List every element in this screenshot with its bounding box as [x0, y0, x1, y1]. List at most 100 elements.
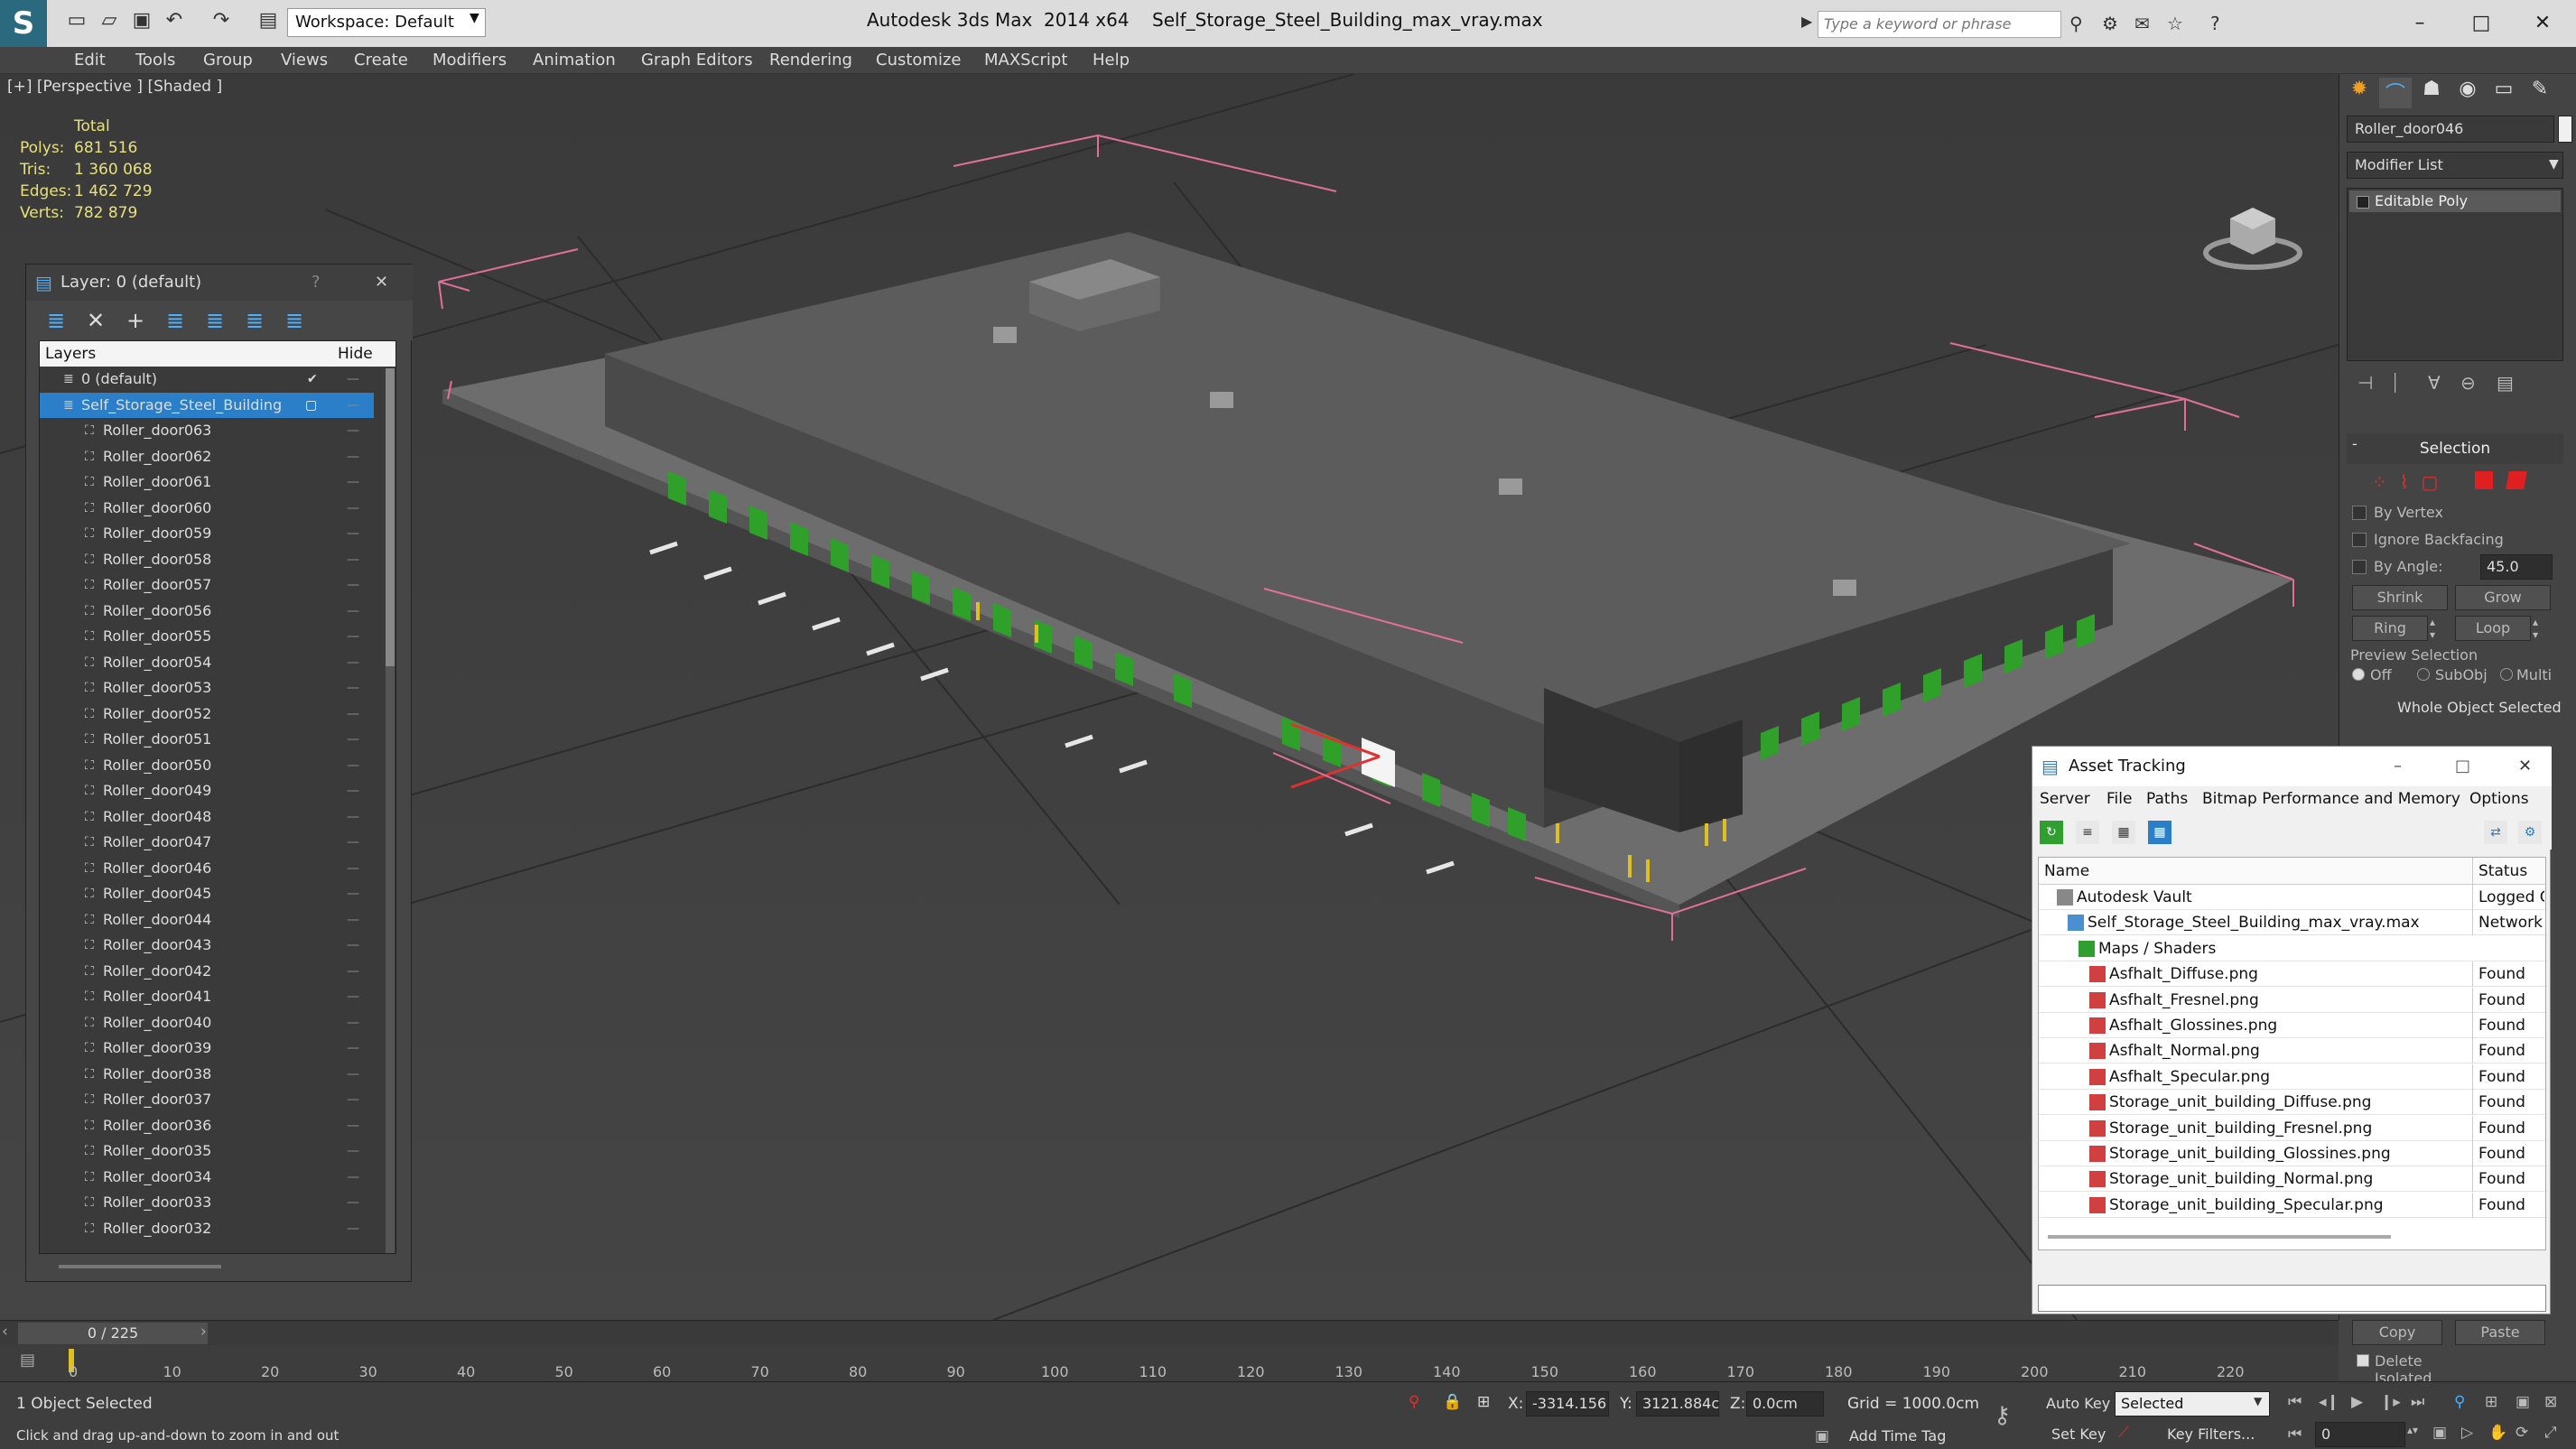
set-key-button[interactable]: Set Key: [2051, 1426, 2106, 1443]
element-level-icon[interactable]: [2506, 471, 2527, 489]
asset-row[interactable]: Asfhalt_Fresnel.png Found: [2039, 987, 2545, 1013]
pan-view-icon[interactable]: ✋: [2488, 1424, 2507, 1442]
menu-maxscript[interactable]: MAXScript: [984, 51, 1067, 70]
layer-row[interactable]: ⛶ Roller_door043 —: [40, 933, 374, 958]
app-logo-icon[interactable]: S: [0, 0, 47, 47]
hide-all-layers-icon[interactable]: ≣: [241, 308, 268, 333]
viewcube-icon[interactable]: [2203, 191, 2302, 273]
layer-row[interactable]: ⛶ Roller_door032 —: [40, 1216, 374, 1241]
workspace-select[interactable]: Workspace: Default: [287, 8, 486, 37]
layer-row[interactable]: ⛶ Roller_door042 —: [40, 959, 374, 984]
hide-toggle-icon[interactable]: —: [347, 444, 359, 469]
asset-status-column-header[interactable]: Status: [2472, 858, 2527, 885]
layer-row[interactable]: ⛶ Roller_door036 —: [40, 1113, 374, 1138]
modifier-stack-item[interactable]: Editable Poly: [2349, 190, 2561, 212]
layer-row[interactable]: ⛶ Roller_door035 —: [40, 1138, 374, 1164]
remove-modifier-icon[interactable]: ⊖: [2460, 372, 2476, 394]
hide-toggle-icon[interactable]: —: [347, 521, 359, 546]
save-icon[interactable]: ▣: [130, 9, 153, 33]
search-expand-icon[interactable]: ▶: [1801, 13, 1812, 30]
asset-row[interactable]: Storage_unit_building_Glossines.png Found: [2039, 1141, 2545, 1166]
hide-toggle-icon[interactable]: —: [347, 881, 359, 906]
go-to-start-icon[interactable]: ⏮: [2288, 1393, 2302, 1411]
preview-subobj-radio[interactable]: [2417, 668, 2430, 681]
layer-row[interactable]: ⛶ Roller_door048 —: [40, 804, 374, 830]
zoom-extents-all-icon[interactable]: ⊠: [2544, 1393, 2557, 1411]
object-color-swatch[interactable]: [2558, 116, 2572, 143]
vault-connect-icon[interactable]: ⇄: [2484, 821, 2507, 844]
hide-toggle-icon[interactable]: —: [347, 1113, 359, 1138]
delete-isolated-checkbox[interactable]: [2357, 1354, 2369, 1367]
layer-row[interactable]: ⛶ Roller_door045 —: [40, 881, 374, 906]
by-angle-checkbox[interactable]: [2352, 560, 2367, 574]
hide-toggle-icon[interactable]: —: [347, 572, 359, 598]
z-coordinate-field[interactable]: 0.0cm: [1746, 1391, 1824, 1416]
asset-row[interactable]: Storage_unit_building_Diffuse.png Found: [2039, 1090, 2545, 1116]
layer-row[interactable]: ⛶ Roller_door055 —: [40, 624, 374, 649]
asset-row[interactable]: Asfhalt_Glossines.png Found: [2039, 1013, 2545, 1038]
layer-row[interactable]: ⛶ Roller_door059 —: [40, 521, 374, 546]
x-coordinate-field[interactable]: -3314.156: [1526, 1391, 1609, 1416]
highlight-layer-icon[interactable]: ≣: [201, 308, 228, 333]
menu-graph-editors[interactable]: Graph Editors: [641, 51, 753, 70]
create-tab-icon[interactable]: ✹: [2343, 78, 2376, 108]
hide-toggle-icon[interactable]: —: [347, 650, 359, 675]
modifier-list-arrow-icon[interactable]: ▼: [2549, 157, 2559, 172]
layer-row[interactable]: ⛶ Roller_door061 —: [40, 469, 374, 495]
freeze-all-layers-icon[interactable]: ≣: [281, 308, 308, 333]
asset-tracking-header[interactable]: ▤ Asset Tracking – □ ✕: [2032, 747, 2552, 786]
key-mode-toggle-icon[interactable]: ⏮: [2288, 1426, 2302, 1444]
zoom-all-icon[interactable]: ⊞: [2485, 1393, 2497, 1411]
menu-animation[interactable]: Animation: [533, 51, 616, 70]
asset-hscrollbar[interactable]: [2048, 1235, 2391, 1239]
show-end-result-icon[interactable]: ⏐: [2390, 372, 2400, 394]
time-slider-counter[interactable]: 0 / 225: [18, 1323, 208, 1344]
menu-group[interactable]: Group: [203, 51, 253, 70]
time-slider[interactable]: ‹ 0 / 225 ›: [0, 1320, 2339, 1345]
asset-close-icon[interactable]: ✕: [2518, 747, 2532, 786]
asset-row[interactable]: Storage_unit_building_Fresnel.png Found: [2039, 1115, 2545, 1141]
asset-menu-server[interactable]: Server: [2040, 790, 2090, 808]
add-to-layer-icon[interactable]: +: [122, 308, 149, 333]
current-frame-field[interactable]: 0: [2315, 1422, 2405, 1447]
configure-modifier-sets-icon[interactable]: ▤: [2497, 372, 2514, 394]
menu-tools[interactable]: Tools: [135, 51, 175, 70]
zoom-extents-icon[interactable]: ▣: [2516, 1393, 2530, 1411]
current-layer-check-icon[interactable]: ✔: [307, 367, 318, 392]
asset-row[interactable]: Autodesk Vault Logged O: [2039, 885, 2545, 910]
modifier-list-dropdown[interactable]: Modifier List: [2347, 152, 2563, 179]
maximize-viewport-icon[interactable]: ⤢: [2544, 1424, 2557, 1442]
layer-row-selected[interactable]: ≣ Self_Storage_Steel_Building ▢ —: [40, 392, 374, 418]
frame-spinner-icon[interactable]: ▴▾: [2407, 1424, 2418, 1436]
open-file-icon[interactable]: ▱: [98, 9, 121, 33]
hide-toggle-icon[interactable]: —: [347, 856, 359, 881]
layer-list[interactable]: Layers Hide ≣ 0 (default) ✔ — ≣ Self_Storage_…: [39, 340, 396, 1254]
hide-toggle-icon[interactable]: —: [347, 727, 359, 752]
asset-name-column-header[interactable]: Name: [2044, 858, 2089, 885]
layer-row[interactable]: ⛶ Roller_door060 —: [40, 496, 374, 521]
asset-row[interactable]: Storage_unit_building_Normal.png Found: [2039, 1166, 2545, 1193]
menu-modifiers[interactable]: Modifiers: [432, 51, 507, 70]
copy-button[interactable]: Copy: [2352, 1320, 2442, 1345]
layer-row[interactable]: ⛶ Roller_door040 —: [40, 1010, 374, 1036]
list-view-icon[interactable]: ≡: [2076, 821, 2099, 844]
ring-spinner-icon[interactable]: ▴ ▾: [2430, 616, 2435, 641]
layer-row[interactable]: ⛶ Roller_door054 —: [40, 650, 374, 675]
workspace-dropdown-icon[interactable]: ▼: [470, 11, 479, 25]
polygon-level-icon[interactable]: [2475, 471, 2493, 489]
layer-row[interactable]: ⛶ Roller_door050 —: [40, 753, 374, 778]
time-configuration-icon[interactable]: ▣: [2432, 1424, 2447, 1442]
undo-icon[interactable]: ↶: [163, 9, 186, 33]
orbit-icon[interactable]: ⟳: [2516, 1424, 2528, 1442]
hide-toggle-icon[interactable]: —: [347, 907, 359, 933]
minimize-icon[interactable]: –: [2402, 5, 2438, 42]
layer-row[interactable]: ⛶ Roller_door062 —: [40, 444, 374, 469]
previous-frame-icon[interactable]: ◂❙: [2319, 1393, 2339, 1411]
asset-minimize-icon[interactable]: –: [2394, 747, 2402, 786]
asset-grid[interactable]: Name Status Autodesk VaultLogged OSelf_S…: [2038, 857, 2546, 1250]
hide-toggle-icon[interactable]: —: [347, 1036, 359, 1061]
menu-create[interactable]: Create: [354, 51, 408, 70]
key-mode-dropdown-icon[interactable]: ▼: [2254, 1395, 2262, 1407]
layer-row[interactable]: ⛶ Roller_door047 —: [40, 830, 374, 855]
asset-menu-bitmap[interactable]: Bitmap Performance and Memory: [2202, 790, 2460, 808]
